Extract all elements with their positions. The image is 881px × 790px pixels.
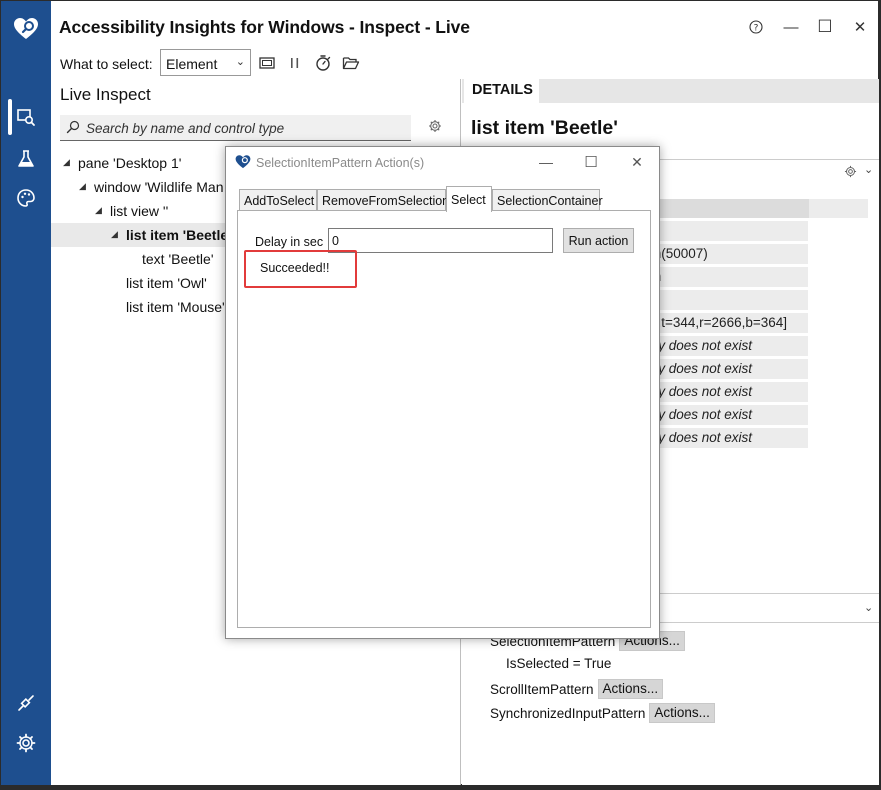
property-value: rty does not exist: [650, 430, 753, 445]
property-value: 6,t=344,r=2666,b=364]: [650, 315, 787, 330]
gear-icon[interactable]: [1, 723, 51, 763]
tree-item-label: text 'Beetle': [142, 251, 214, 267]
tree-item-label: window 'Wildlife Man: [94, 179, 224, 195]
title-bar: Accessibility Insights for Windows - Ins…: [51, 1, 878, 47]
delay-label: Delay in sec: [255, 235, 324, 249]
properties-column-header-value: [809, 199, 868, 218]
screenshot-icon[interactable]: [257, 53, 277, 73]
app-title: Accessibility Insights for Windows - Ins…: [59, 17, 470, 37]
nav-rail: [1, 1, 51, 785]
maximize-button[interactable]: ☐: [812, 15, 838, 39]
dialog-tab-content: Delay in sec Run action Succeeded!!: [237, 210, 651, 628]
flask-icon[interactable]: [1, 139, 51, 179]
property-value: rty does not exist: [650, 407, 753, 422]
chevron-down-icon: ⌄: [235, 56, 245, 68]
heart-logo-icon: [1, 9, 51, 49]
palette-icon[interactable]: [1, 178, 51, 218]
minimize-button[interactable]: —: [778, 15, 804, 39]
dialog-tab[interactable]: SelectionContainer: [492, 189, 603, 211]
run-action-button[interactable]: Run action: [563, 228, 634, 253]
expand-triangle-icon[interactable]: ◢: [95, 205, 102, 216]
connect-plug-icon[interactable]: [1, 683, 51, 723]
heart-logo-icon: [235, 155, 251, 169]
property-value: rty does not exist: [650, 338, 753, 353]
select-mode-value: Element: [166, 56, 218, 72]
tree-item-label: list item 'Beetle': [126, 227, 232, 243]
property-value: rty does not exist: [650, 384, 753, 399]
search-icon: [66, 120, 80, 134]
help-button[interactable]: ?: [743, 15, 769, 39]
selected-element-title: list item 'Beetle': [471, 117, 618, 139]
properties-settings-gear-icon[interactable]: [844, 165, 857, 178]
help-icon: ?: [749, 20, 763, 34]
chevron-down-icon[interactable]: ⌄: [864, 163, 873, 176]
app-window: Accessibility Insights for Windows - Ins…: [0, 0, 881, 790]
pattern-row: SynchronizedInputPattern Actions...: [490, 703, 715, 725]
live-inspect-heading: Live Inspect: [60, 85, 151, 104]
tree-item-label: list view '': [110, 203, 169, 219]
pause-icon[interactable]: [285, 53, 305, 73]
selection-item-pattern-dialog: SelectionItemPattern Action(s) — ☐ ✕ Add…: [225, 146, 660, 639]
expand-triangle-icon[interactable]: ◢: [111, 229, 118, 240]
details-tab-bar: DETAILS: [462, 79, 879, 103]
search-input[interactable]: Search by name and control type: [60, 115, 411, 141]
expand-triangle-icon[interactable]: ◢: [79, 181, 86, 192]
search-placeholder: Search by name and control type: [86, 121, 285, 136]
dialog-maximize-button[interactable]: ☐: [581, 153, 601, 171]
tab-details[interactable]: DETAILS: [464, 79, 539, 103]
pattern-name: ScrollItemPattern: [490, 681, 594, 697]
svg-text:?: ?: [754, 23, 759, 33]
expand-triangle-icon[interactable]: ◢: [63, 157, 70, 168]
pattern-actions-button[interactable]: Actions...: [649, 703, 715, 723]
pattern-property-row: IsSelected = True: [506, 655, 611, 677]
chevron-down-icon[interactable]: ⌄: [864, 601, 873, 614]
what-to-select-label: What to select:: [60, 56, 153, 72]
delay-input[interactable]: [328, 228, 553, 253]
select-mode-dropdown[interactable]: Element ⌄: [160, 49, 251, 76]
dialog-close-button[interactable]: ✕: [627, 153, 647, 171]
pattern-row: ScrollItemPattern Actions...: [490, 679, 664, 701]
dialog-tab[interactable]: Select: [446, 186, 492, 212]
inspect-icon[interactable]: [1, 97, 51, 137]
dialog-tab[interactable]: RemoveFromSelection: [317, 189, 449, 211]
dialog-title: SelectionItemPattern Action(s): [256, 156, 425, 170]
pattern-name: SynchronizedInputPattern: [490, 705, 646, 721]
open-folder-icon[interactable]: [341, 53, 361, 73]
tree-item-label: list item 'Mouse': [126, 299, 225, 315]
toolbar: What to select: Element ⌄: [51, 47, 461, 79]
dialog-minimize-button[interactable]: —: [536, 153, 556, 171]
property-value: rty does not exist: [650, 361, 753, 376]
tree-settings-gear-icon[interactable]: [428, 119, 442, 133]
pattern-actions-button[interactable]: Actions...: [597, 679, 664, 699]
tree-item-label: pane 'Desktop 1': [78, 155, 182, 171]
pattern-name: IsSelected = True: [506, 655, 612, 671]
close-button[interactable]: ✕: [847, 15, 873, 39]
dialog-tab[interactable]: AddToSelect: [239, 189, 317, 211]
timer-icon[interactable]: [313, 53, 333, 73]
highlight-annotation-box: [244, 250, 357, 288]
tree-item-label: list item 'Owl': [126, 275, 207, 291]
